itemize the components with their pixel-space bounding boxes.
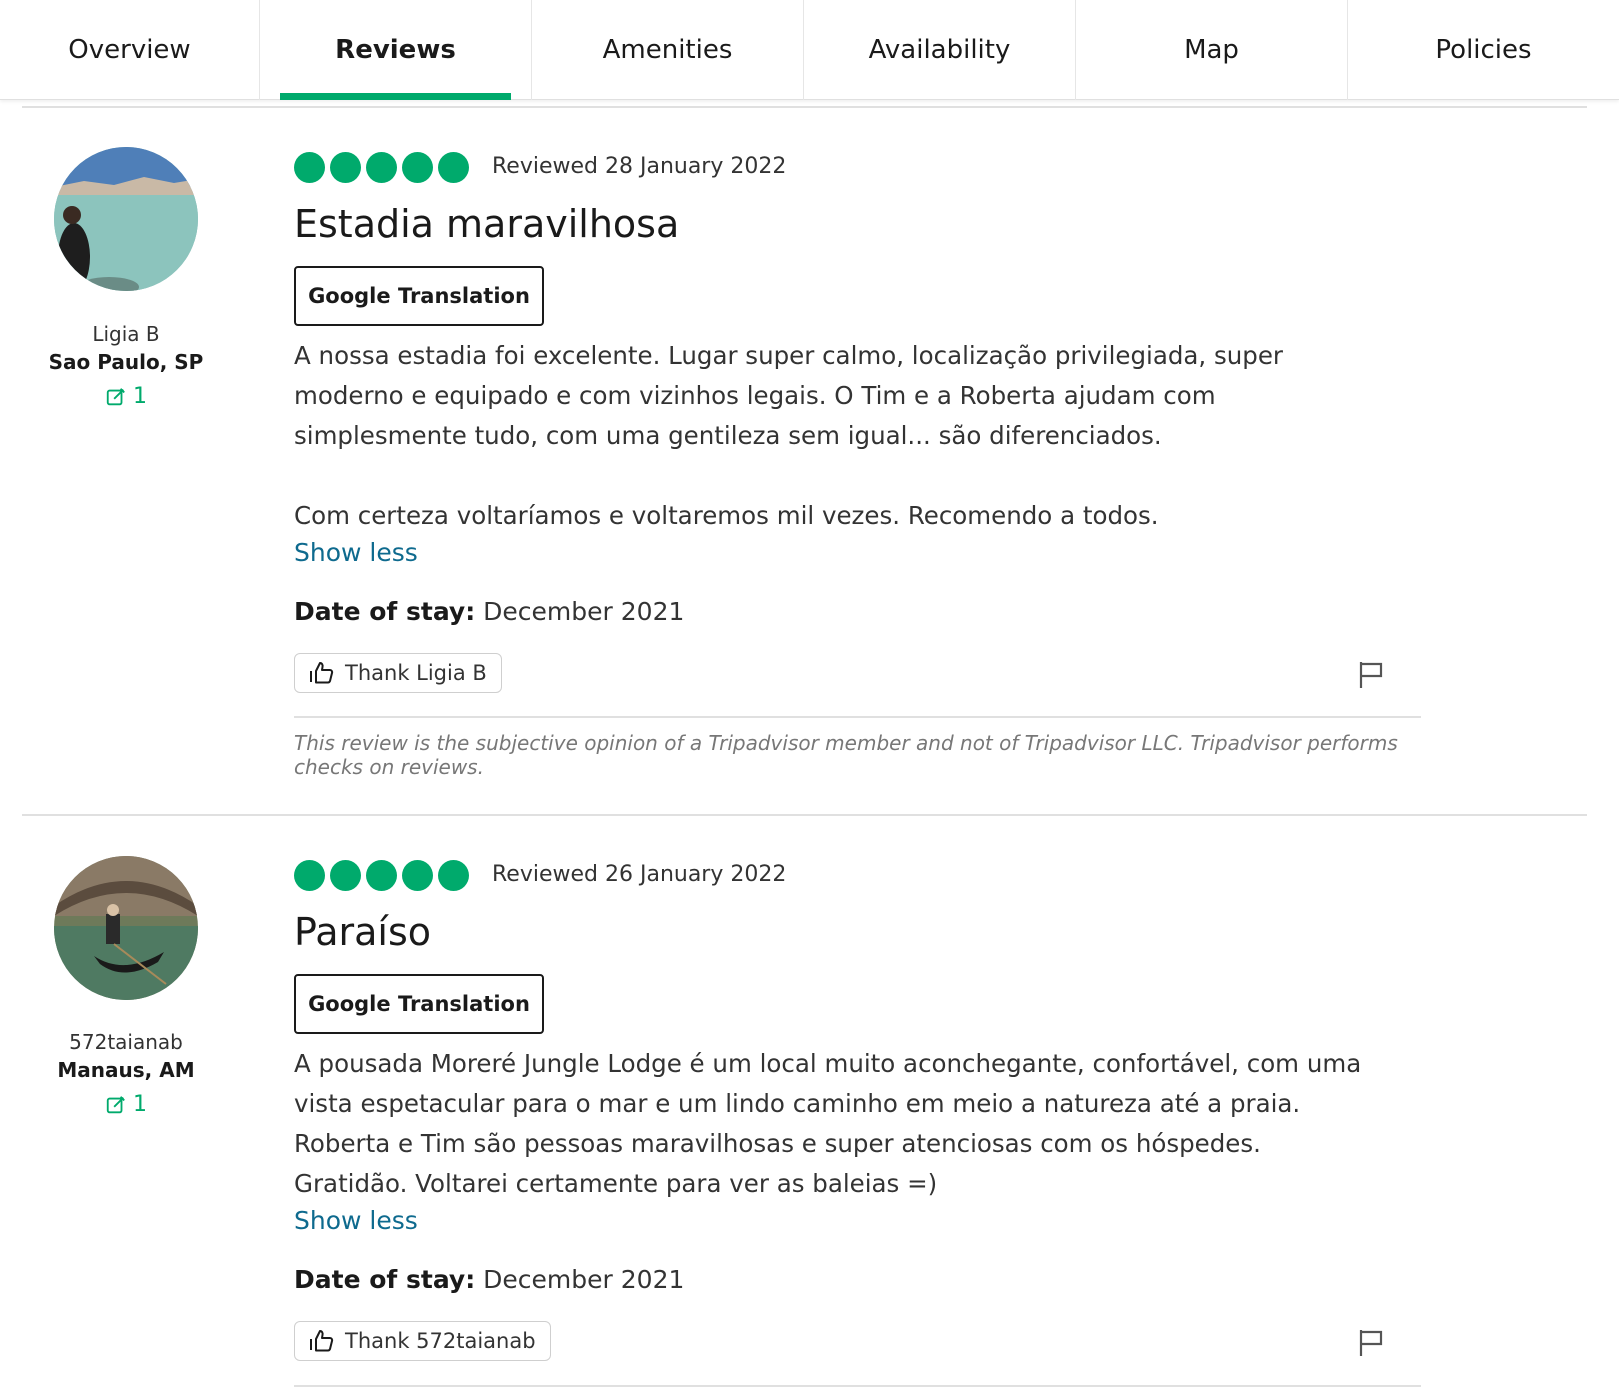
rating-bubble xyxy=(366,152,397,183)
contribution-count: 1 xyxy=(20,1092,232,1117)
avatar[interactable] xyxy=(54,856,198,1000)
reviewer-location: Manaus, AM xyxy=(57,1058,195,1082)
reviewer-location: Sao Paulo, SP xyxy=(48,350,204,374)
divider xyxy=(294,1385,1421,1387)
flag-icon[interactable] xyxy=(1357,1328,1385,1358)
date-of-stay-value: December 2021 xyxy=(483,597,685,626)
divider xyxy=(22,814,1587,816)
review-body-line: moderno e equipado e com vizinhos legais… xyxy=(294,381,1216,410)
date-of-stay: Date of stay: December 2021 xyxy=(294,597,684,626)
review-body-line: A nossa estadia foi excelente. Lugar sup… xyxy=(294,341,1283,370)
review-title[interactable]: Estadia maravilhosa xyxy=(294,202,679,246)
avatar-photo xyxy=(54,147,198,291)
thank-button[interactable]: Thank Ligia B xyxy=(294,653,502,693)
review-title[interactable]: Paraíso xyxy=(294,910,431,954)
divider xyxy=(294,716,1421,718)
contribution-count: 1 xyxy=(20,384,232,409)
thank-label: Thank Ligia B xyxy=(345,661,487,685)
rating-bubble xyxy=(438,152,469,183)
tab-bar: Overview Reviews Amenities Availability … xyxy=(0,0,1619,100)
tab-amenities[interactable]: Amenities xyxy=(532,0,804,100)
divider xyxy=(22,106,1587,108)
tab-map[interactable]: Map xyxy=(1076,0,1348,100)
thank-button[interactable]: Thank 572taianab xyxy=(294,1321,551,1361)
rating-bubble xyxy=(402,152,433,183)
avatar-photo xyxy=(54,856,198,1000)
rating-bubble xyxy=(402,860,433,891)
rating-bubble xyxy=(294,860,325,891)
rating-bubble xyxy=(330,860,361,891)
edit-icon xyxy=(106,1095,125,1113)
thumbs-up-icon xyxy=(310,662,334,684)
edit-icon xyxy=(106,387,125,405)
flag-icon[interactable] xyxy=(1357,660,1385,690)
review-body-line: simplesmente tudo, com uma gentileza sem… xyxy=(294,421,1162,450)
avatar[interactable] xyxy=(54,147,198,291)
review-body: A nossa estadia foi excelente. Lugar sup… xyxy=(294,336,1424,536)
review-body-line: vista espetacular para o mar e um lindo … xyxy=(294,1089,1301,1118)
show-less-link[interactable]: Show less xyxy=(294,538,418,567)
rating-bubble xyxy=(438,860,469,891)
tab-overview[interactable]: Overview xyxy=(0,0,260,100)
contribution-number: 1 xyxy=(133,1092,147,1117)
reviewer-name[interactable]: 572taianab xyxy=(20,1030,232,1054)
tab-reviews[interactable]: Reviews xyxy=(260,0,532,100)
review-body-line xyxy=(294,456,1424,496)
rating-bubble xyxy=(294,152,325,183)
tab-policies[interactable]: Policies xyxy=(1348,0,1619,100)
review-disclaimer: This review is the subjective opinion of… xyxy=(294,731,1398,779)
review-body-line: Com certeza voltaríamos e voltaremos mil… xyxy=(294,501,1159,530)
reviewed-date: Reviewed 28 January 2022 xyxy=(492,154,787,179)
review-body-line: Roberta e Tim são pessoas maravilhosas e… xyxy=(294,1129,1261,1158)
thumbs-up-icon xyxy=(310,1330,334,1352)
google-translation-button[interactable]: Google Translation xyxy=(294,266,544,326)
review-body: A pousada Moreré Jungle Lodge é um local… xyxy=(294,1044,1424,1204)
rating-bubbles xyxy=(294,152,469,183)
reviewer-name[interactable]: Ligia B xyxy=(20,322,232,346)
google-translation-button[interactable]: Google Translation xyxy=(294,974,544,1034)
review-body-line: A pousada Moreré Jungle Lodge é um local… xyxy=(294,1049,1362,1078)
rating-bubble xyxy=(330,152,361,183)
rating-bubbles xyxy=(294,860,469,891)
date-of-stay: Date of stay: December 2021 xyxy=(294,1265,684,1294)
show-less-link[interactable]: Show less xyxy=(294,1206,418,1235)
date-of-stay-value: December 2021 xyxy=(483,1265,685,1294)
rating-bubble xyxy=(366,860,397,891)
contribution-number: 1 xyxy=(133,384,147,409)
reviewed-date: Reviewed 26 January 2022 xyxy=(492,862,787,887)
tab-availability[interactable]: Availability xyxy=(804,0,1076,100)
date-of-stay-label: Date of stay: xyxy=(294,1265,476,1294)
date-of-stay-label: Date of stay: xyxy=(294,597,476,626)
thank-label: Thank 572taianab xyxy=(345,1329,536,1353)
review-body-line: Gratidão. Voltarei certamente para ver a… xyxy=(294,1169,938,1198)
